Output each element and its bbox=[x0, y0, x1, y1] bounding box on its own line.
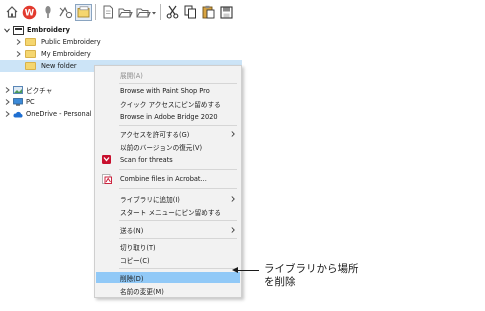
menu-item-send-to[interactable]: 送る(N) bbox=[96, 224, 240, 235]
open-folder-icon[interactable] bbox=[117, 4, 134, 21]
pin-icon[interactable] bbox=[39, 4, 56, 21]
menu-item-label: ライブラリに追加(I) bbox=[120, 195, 180, 204]
menu-separator bbox=[119, 268, 237, 269]
menu-item-label: 展開(A) bbox=[120, 71, 143, 80]
menu-separator bbox=[119, 169, 237, 170]
submenu-arrow-icon bbox=[231, 128, 235, 139]
tree-label: New folder bbox=[41, 62, 77, 70]
menu-item-give-access[interactable]: アクセスを許可する(G) bbox=[96, 128, 240, 139]
tree-label: My Embroidery bbox=[41, 50, 91, 58]
tree-label: ピクチャ bbox=[26, 87, 53, 95]
menu-item-label: 以前のバージョンの復元(V) bbox=[120, 143, 203, 152]
library-icon bbox=[13, 25, 24, 35]
submenu-arrow-icon bbox=[231, 224, 235, 235]
wilcom-logo-icon[interactable]: W bbox=[21, 4, 38, 21]
menu-item-rename[interactable]: 名前の変更(M) bbox=[96, 285, 240, 296]
submenu-arrow-icon bbox=[231, 193, 235, 204]
callout-line-1: ライブラリから場所 bbox=[264, 263, 359, 275]
tree-label: OneDrive - Personal bbox=[26, 110, 92, 118]
copy-icon[interactable] bbox=[182, 4, 199, 21]
menu-item-label: 削除(D) bbox=[120, 274, 144, 283]
menu-item-label: アクセスを許可する(G) bbox=[120, 130, 190, 139]
menu-item-label: Browse in Adobe Bridge 2020 bbox=[120, 112, 218, 121]
menu-item-pin-quick-access[interactable]: クイック アクセスにピン留めする bbox=[96, 98, 240, 109]
menu-item-browse-paint-shop-pro[interactable]: Browse with Paint Shop Pro bbox=[96, 85, 240, 96]
menu-item-delete[interactable]: 削除(D) bbox=[96, 272, 240, 283]
folder-dropdown-icon[interactable] bbox=[135, 4, 157, 21]
callout-line-2: を削除 bbox=[264, 276, 296, 288]
tree-item-my-embroidery[interactable]: My Embroidery bbox=[14, 48, 256, 60]
tree-label: Public Embroidery bbox=[41, 38, 101, 46]
menu-item-label: スタート メニューにピン留めする bbox=[120, 208, 222, 217]
folder-view-icon[interactable] bbox=[75, 3, 92, 21]
toolbar: W bbox=[3, 2, 246, 22]
menu-separator bbox=[119, 83, 237, 84]
chevron-right-icon[interactable] bbox=[14, 38, 22, 46]
menu-item-label: Scan for threats bbox=[120, 155, 173, 164]
menu-separator bbox=[119, 238, 237, 239]
menu-item-copy[interactable]: コピー(C) bbox=[96, 254, 240, 265]
chevron-right-icon[interactable] bbox=[3, 98, 11, 106]
menu-item-label: 切り取り(T) bbox=[120, 243, 156, 252]
menu-separator bbox=[119, 188, 237, 189]
home-icon[interactable] bbox=[3, 4, 20, 21]
tree-label: PC bbox=[26, 98, 35, 106]
context-menu: 展開(A) Browse with Paint Shop Pro クイック アク… bbox=[94, 65, 242, 298]
callout-line bbox=[236, 270, 259, 271]
cut-icon[interactable] bbox=[164, 4, 181, 21]
svg-text:W: W bbox=[25, 8, 35, 18]
menu-item-label: コピー(C) bbox=[120, 256, 150, 265]
menu-item-add-to-library[interactable]: ライブラリに追加(I) bbox=[96, 193, 240, 204]
menu-separator bbox=[119, 125, 237, 126]
menu-item-cut[interactable]: 切り取り(T) bbox=[96, 241, 240, 252]
acrobat-icon bbox=[102, 174, 112, 184]
menu-item-restore-previous[interactable]: 以前のバージョンの復元(V) bbox=[96, 141, 240, 152]
menu-item-pin-start[interactable]: スタート メニューにピン留めする bbox=[96, 206, 240, 217]
folder-icon bbox=[25, 62, 36, 70]
chevron-right-icon[interactable] bbox=[14, 50, 22, 58]
new-file-icon[interactable] bbox=[99, 4, 116, 21]
chevron-right-icon[interactable] bbox=[3, 110, 11, 118]
menu-item-label: 送る(N) bbox=[120, 226, 144, 235]
callout-text: ライブラリから場所 を削除 bbox=[264, 263, 359, 289]
tree-item-embroidery[interactable]: Embroidery bbox=[3, 24, 245, 36]
chevron-down-icon[interactable] bbox=[3, 26, 11, 34]
toolbar-separator bbox=[160, 4, 161, 20]
tree-item-public-embroidery[interactable]: Public Embroidery bbox=[14, 36, 256, 48]
save-icon[interactable] bbox=[218, 4, 235, 21]
paste-icon[interactable] bbox=[200, 4, 217, 21]
menu-item-combine-acrobat[interactable]: Combine files in Acrobat... bbox=[96, 173, 240, 184]
menu-item-label: 名前の変更(M) bbox=[120, 287, 164, 296]
menu-separator bbox=[119, 220, 237, 221]
menu-item-label: Browse with Paint Shop Pro bbox=[120, 86, 210, 95]
stitch-tool-icon[interactable] bbox=[57, 4, 74, 21]
computer-icon bbox=[13, 98, 23, 106]
menu-item-label: Combine files in Acrobat... bbox=[120, 174, 207, 183]
folder-icon bbox=[25, 38, 36, 46]
chevron-right-icon[interactable] bbox=[3, 86, 11, 94]
toolbar-separator bbox=[95, 4, 96, 20]
pictures-icon bbox=[13, 86, 23, 94]
folder-icon bbox=[25, 50, 36, 58]
callout-arrow-icon bbox=[232, 267, 238, 273]
cloud-icon bbox=[13, 111, 23, 118]
menu-item-label: クイック アクセスにピン留めする bbox=[120, 100, 221, 109]
menu-item-scan-threats[interactable]: Scan for threats bbox=[96, 154, 240, 165]
tree-label: Embroidery bbox=[27, 26, 70, 34]
shield-icon bbox=[102, 155, 111, 164]
menu-item-browse-adobe-bridge[interactable]: Browse in Adobe Bridge 2020 bbox=[96, 111, 240, 122]
menu-item-expand[interactable]: 展開(A) bbox=[96, 69, 240, 80]
